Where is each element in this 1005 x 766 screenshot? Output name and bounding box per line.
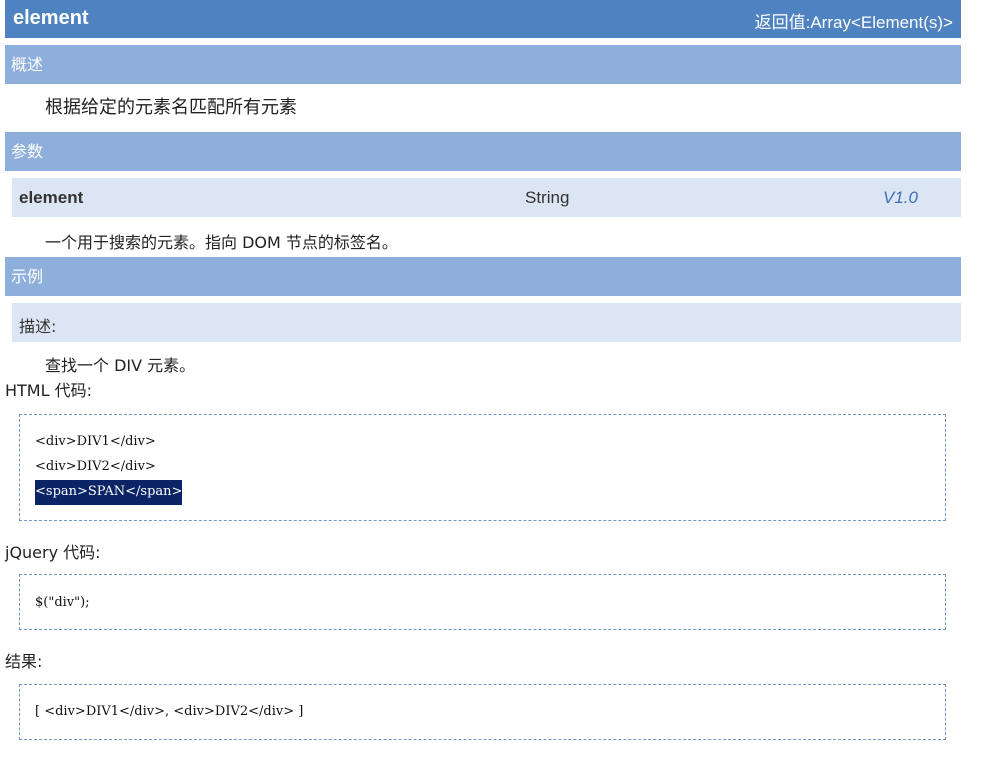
result-code-block[interactable]: [ <div>DIV1</div>, <div>DIV2</div> ] [19, 684, 946, 740]
overview-text: 根据给定的元素名匹配所有元素 [45, 97, 297, 118]
title-bar: element 返回值:Array<Element(s)> [5, 0, 961, 38]
overview-header: 概述 [5, 45, 961, 84]
example-desc-row: 描述: [12, 303, 961, 342]
desc-label: 描述: [19, 317, 57, 336]
api-doc-page: element 返回值:Array<Element(s)> 概述 根据给定的元素… [0, 0, 1005, 766]
html-code-block[interactable]: <div>DIV1</div> <div>DIV2</div> <span>SP… [19, 414, 946, 521]
code-line: <div>DIV2</div> [35, 459, 156, 474]
code-line: [ <div>DIV1</div>, <div>DIV2</div> ] [35, 704, 304, 719]
params-header: 参数 [5, 132, 961, 171]
html-code-label: HTML 代码: [5, 381, 93, 400]
param-row: element String V1.0 [12, 178, 961, 217]
result-label: 结果: [5, 652, 43, 671]
param-version: V1.0 [883, 188, 918, 207]
jquery-code-label: jQuery 代码: [5, 543, 101, 562]
return-value: 返回值:Array<Element(s)> [754, 13, 953, 32]
param-name: element [19, 188, 84, 207]
example-header: 示例 [5, 257, 961, 296]
param-description: 一个用于搜索的元素。指向 DOM 节点的标签名。 [45, 233, 398, 252]
method-name: element [13, 7, 89, 29]
example-desc-text: 查找一个 DIV 元素。 [45, 356, 196, 375]
jquery-code-block[interactable]: $("div"); [19, 574, 946, 630]
param-type: String [525, 188, 570, 207]
code-line: <div>DIV1</div> [35, 434, 156, 449]
code-line: $("div"); [35, 595, 90, 610]
code-line-selected: <span>SPAN</span> [35, 480, 183, 505]
